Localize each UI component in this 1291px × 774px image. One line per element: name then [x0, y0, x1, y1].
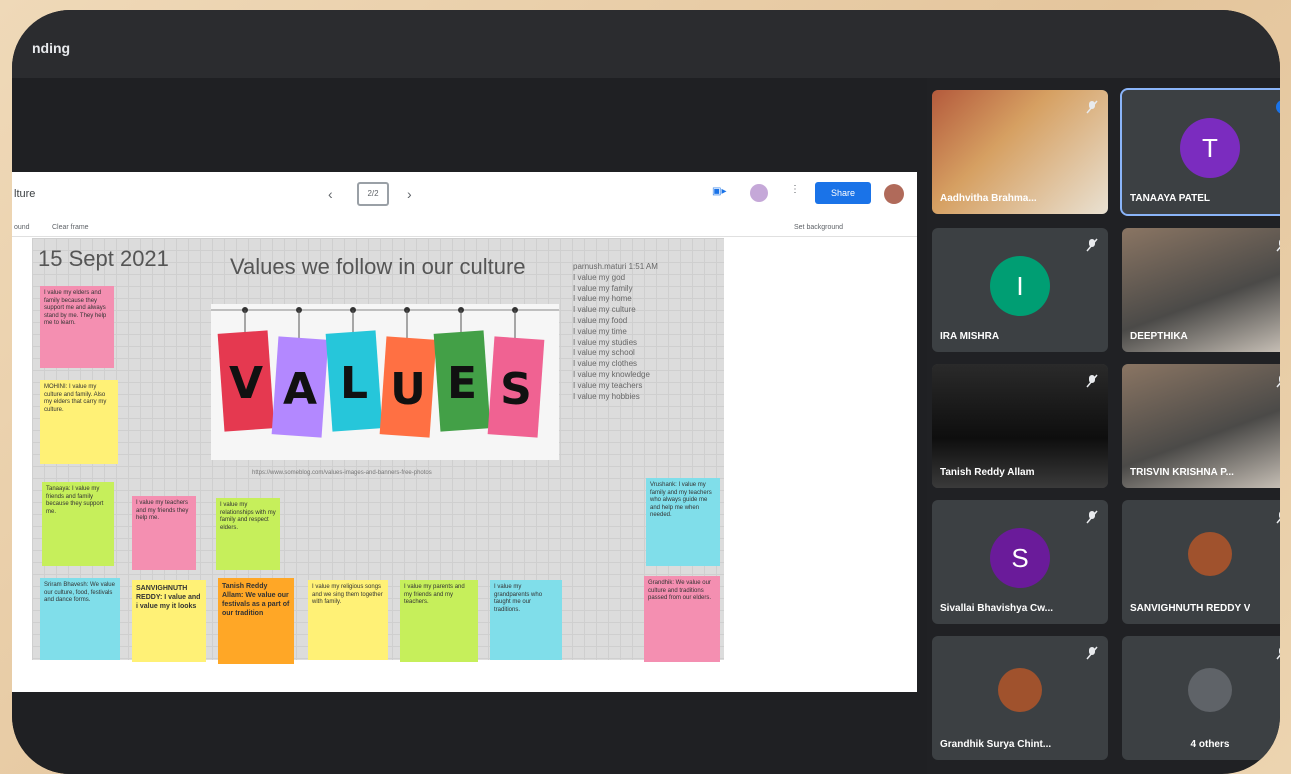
values-list-line: I value my clothes	[573, 359, 638, 369]
values-list-line: I value my family	[573, 283, 633, 293]
sticky-note[interactable]: Tanish Reddy Allam: We value our festiva…	[218, 578, 294, 664]
sticky-note[interactable]: I value my teachers and my friends they …	[132, 496, 196, 570]
participant-photo	[1188, 532, 1232, 576]
participant-avatar: T	[1180, 118, 1240, 178]
values-list-line: I value my culture	[573, 305, 636, 315]
values-letter-card: E	[433, 307, 491, 432]
participant-name: DEEPTHIKA	[1130, 331, 1188, 342]
values-list-line: I value my teachers	[573, 380, 643, 390]
mic-off-icon	[1086, 238, 1098, 252]
image-caption: https://www.someblog.com/values-images-a…	[252, 470, 432, 476]
mic-off-icon	[1086, 100, 1098, 114]
prev-frame-icon[interactable]: ‹	[328, 186, 333, 202]
sticky-note[interactable]: I value my religious songs and we sing t…	[308, 580, 388, 660]
participant-tile[interactable]: S Sivallai Bhavishya Cw...	[932, 500, 1108, 624]
jamboard-window[interactable]: lture ound Clear frame ‹ 2/2 › ▣▸ ⋮ Shar…	[12, 172, 917, 692]
values-list-line: I value my food	[573, 315, 628, 325]
presenting-bar: nding	[12, 10, 1280, 78]
participant-name: Tanish Reddy Allam	[940, 467, 1035, 478]
participant-name: Aadhvitha Brahma...	[940, 193, 1037, 204]
file-name[interactable]: lture	[14, 188, 35, 200]
participant-tile[interactable]: T TANAAYA PATEL	[1120, 88, 1280, 216]
participant-tile[interactable]: 4 others	[1122, 636, 1280, 760]
menu-background[interactable]: ound	[14, 224, 30, 231]
sticky-note[interactable]: I value my parents and my friends and my…	[400, 580, 478, 662]
set-background-button[interactable]: Set background	[794, 224, 843, 231]
values-letter-card: A	[271, 307, 329, 438]
speaking-icon	[1276, 100, 1280, 114]
mic-off-icon	[1086, 510, 1098, 524]
presentation-stage: lture ound Clear frame ‹ 2/2 › ▣▸ ⋮ Shar…	[12, 78, 927, 774]
participant-name: IRA MISHRA	[940, 331, 1000, 342]
values-letter-card: V	[217, 307, 275, 432]
values-list[interactable]: parnush.maturi 1:51 AM I value my god I va…	[573, 262, 723, 402]
date-text: 15 Sept 2021	[38, 246, 169, 271]
sticky-note[interactable]: Grandhik: We value our culture and tradi…	[644, 576, 720, 662]
values-list-line: parnush.maturi 1:51 AM	[573, 262, 658, 271]
values-list-line: I value my studies	[573, 337, 638, 347]
values-list-line: I value my school	[573, 348, 635, 358]
user-avatar[interactable]	[750, 184, 768, 202]
values-letter: E	[447, 358, 477, 409]
values-letter: V	[229, 358, 263, 409]
values-list-line: I value my home	[573, 294, 632, 304]
participant-tile[interactable]: SANVIGHNUTH REDDY V	[1122, 500, 1280, 624]
values-letter: L	[340, 358, 368, 409]
participant-avatar: I	[990, 256, 1050, 316]
values-letter: A	[283, 364, 317, 415]
participant-tile[interactable]: Grandhik Surya Chint...	[932, 636, 1108, 760]
more-icon[interactable]: ⋮	[790, 184, 800, 195]
mic-off-icon	[1086, 374, 1098, 388]
share-button[interactable]: Share	[815, 182, 871, 204]
meet-icon[interactable]: ▣▸	[712, 186, 726, 197]
frame-counter[interactable]: 2/2	[357, 182, 389, 206]
participant-name: Grandhik Surya Chint...	[940, 739, 1052, 750]
sticky-note[interactable]: I value my grandparents who taught me ou…	[490, 580, 562, 660]
participant-tile[interactable]: Aadhvitha Brahma...	[932, 90, 1108, 214]
mic-off-icon	[1276, 646, 1280, 660]
sticky-note[interactable]: I value my elders and family because the…	[40, 286, 114, 368]
mic-off-icon	[1276, 238, 1280, 252]
meet-window: nding lture ound Clear frame ‹ 2/2 › ▣▸ …	[12, 10, 1280, 774]
jam-canvas[interactable]: 15 Sept 2021 Values we follow in our cul…	[32, 238, 724, 664]
values-list-line: I value my knowledge	[573, 369, 650, 379]
values-letter-card: L	[325, 307, 383, 432]
canvas-heading: Values we follow in our culture	[230, 254, 526, 279]
participant-photo	[1188, 668, 1232, 712]
values-banner: VALUES	[211, 307, 559, 438]
next-frame-icon[interactable]: ›	[407, 186, 412, 202]
presenting-label: nding	[32, 40, 71, 56]
mic-off-icon	[1276, 374, 1280, 388]
values-letter: U	[390, 364, 426, 415]
mic-off-icon	[1086, 646, 1098, 660]
participant-name: Sivallai Bhavishya Cw...	[940, 603, 1054, 614]
participant-avatar: S	[990, 528, 1050, 588]
sticky-note[interactable]: Sriram Bhavesh: We value our culture, fo…	[40, 578, 120, 660]
sticky-note[interactable]: I value my relationships with my family …	[216, 498, 280, 570]
values-image[interactable]: VALUES	[211, 304, 559, 460]
participant-name: SANVIGHNUTH REDDY V	[1130, 603, 1251, 614]
jamboard-toolbar: lture ound Clear frame ‹ 2/2 › ▣▸ ⋮ Shar…	[12, 172, 917, 237]
sticky-note[interactable]: MOHINI: I value my culture and family. A…	[40, 380, 118, 464]
participant-tile[interactable]: I IRA MISHRA	[932, 228, 1108, 352]
values-list-line: I value my hobbies	[573, 391, 640, 401]
values-letter: S	[500, 364, 532, 415]
participant-name: 4 others	[1190, 739, 1230, 750]
participant-name: TANAAYA PATEL	[1130, 193, 1211, 204]
values-list-line: I value my time	[573, 326, 627, 336]
values-list-line: I value my god	[573, 272, 626, 282]
values-letter-card: S	[487, 307, 545, 438]
values-letter-card: U	[379, 307, 437, 438]
sticky-note[interactable]: Vrushank: I value my family and my teach…	[646, 478, 720, 566]
participant-tile[interactable]: DEEPTHIKA	[1122, 228, 1280, 352]
participant-tile[interactable]: Tanish Reddy Allam	[932, 364, 1108, 488]
menu-clear-frame[interactable]: Clear frame	[52, 224, 89, 231]
participant-tile[interactable]: TRISVIN KRISHNA P...	[1122, 364, 1280, 488]
sticky-note[interactable]: Tanaaya: I value my friends and family b…	[42, 482, 114, 566]
participant-photo	[998, 668, 1042, 712]
mic-off-icon	[1276, 510, 1280, 524]
participant-name: TRISVIN KRISHNA P...	[1130, 467, 1234, 478]
sticky-note[interactable]: SANVIGHNUTH REDDY: I value and i value m…	[132, 580, 206, 662]
account-avatar[interactable]	[884, 184, 904, 204]
